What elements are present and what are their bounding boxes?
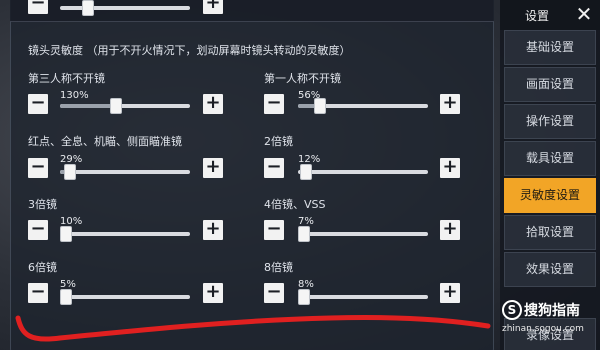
red-annotation-stroke [15,314,491,342]
